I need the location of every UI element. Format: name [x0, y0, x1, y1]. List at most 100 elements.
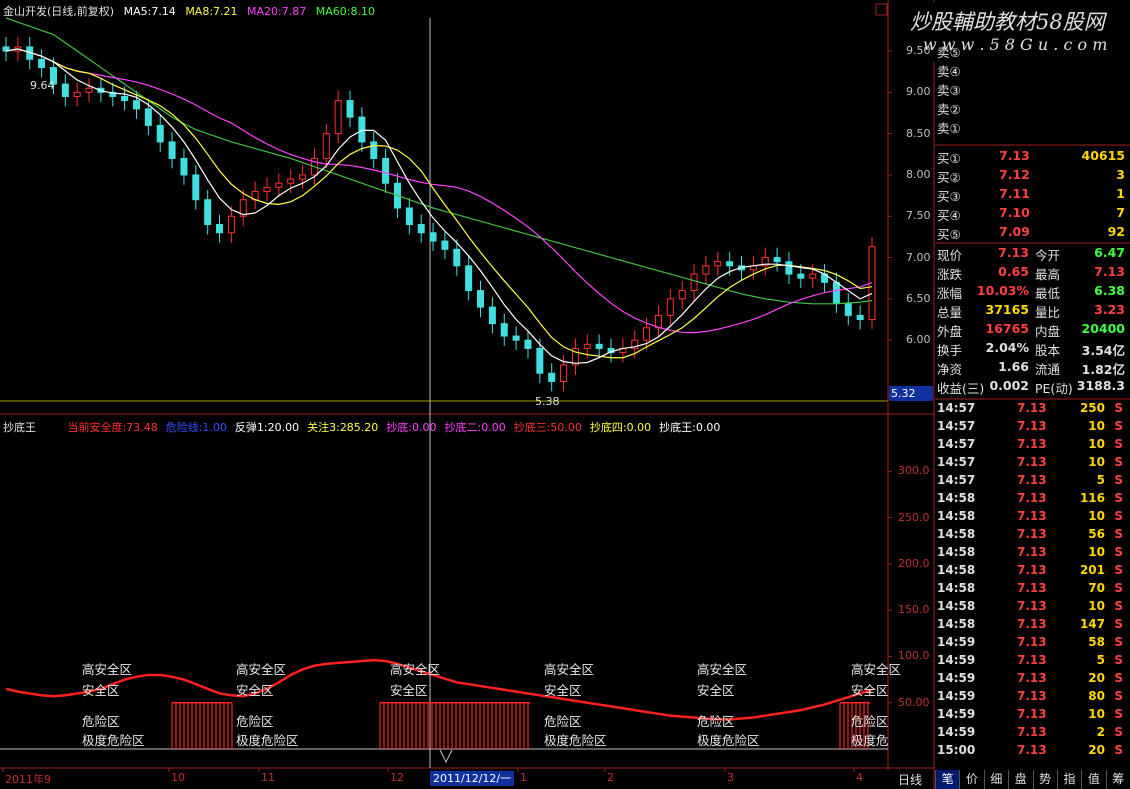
- candle-body: [287, 178, 295, 184]
- tick-time: 14:59: [937, 707, 976, 721]
- tick-time: 14:57: [937, 419, 976, 433]
- price-axis-label: 9.00: [906, 85, 931, 99]
- tick-volume: 10: [1088, 707, 1105, 721]
- zone-safe: 安全区: [390, 683, 428, 698]
- tick-price: 7.13: [1017, 437, 1047, 451]
- zone-high: 高安全区: [544, 662, 595, 677]
- candle-body: [334, 100, 342, 135]
- quote-row: 收益(三) 0.002 PE(动) 3188.3: [937, 378, 1127, 397]
- tick-side: S: [1114, 401, 1123, 415]
- tick-row: 14:58 7.13 10 S: [937, 509, 1127, 527]
- quote-value: 3.23: [1094, 302, 1125, 317]
- tick-volume: 20: [1088, 743, 1105, 757]
- tab-7[interactable]: 筹: [1105, 770, 1130, 789]
- candle-body: [227, 215, 235, 234]
- quote-value: 6.38: [1094, 283, 1125, 298]
- tick-side: S: [1114, 491, 1123, 505]
- ask-row: 卖②: [937, 99, 1127, 118]
- tick-price: 7.13: [1017, 473, 1047, 487]
- candle-body: [500, 323, 508, 337]
- zone-safe: 安全区: [236, 683, 274, 698]
- tick-price: 7.13: [1017, 743, 1047, 757]
- quote-label: 今开: [1035, 248, 1061, 263]
- indicator-axis-label: 150.0: [898, 603, 930, 617]
- tick-volume: 116: [1079, 491, 1105, 505]
- tab-3[interactable]: 盘: [1008, 770, 1032, 789]
- tick-time: 14:57: [937, 437, 976, 451]
- candle-body: [560, 364, 568, 382]
- tick-row: 14:58 7.13 116 S: [937, 491, 1127, 509]
- zone-extreme: 极度危: [851, 733, 889, 748]
- candle-body: [382, 157, 390, 184]
- tick-side: S: [1114, 509, 1123, 523]
- tick-volume: 10: [1088, 545, 1105, 559]
- high-price-mark: 9.64: [30, 79, 55, 92]
- candle-body: [583, 343, 591, 349]
- quote-row: 总量 37165 量比 3.23: [937, 302, 1127, 321]
- candle-body: [714, 261, 722, 267]
- tab-5[interactable]: 指: [1056, 770, 1081, 789]
- tick-volume: 10: [1088, 599, 1105, 613]
- tick-side: S: [1114, 437, 1123, 451]
- tick-price: 7.13: [1017, 563, 1047, 577]
- quote-label: 总量: [937, 305, 963, 320]
- quote-label: PE(动): [1035, 381, 1073, 396]
- tick-time: 14:59: [937, 635, 976, 649]
- candle-body: [666, 298, 674, 316]
- candle-body: [85, 87, 93, 93]
- candle-body: [453, 248, 461, 267]
- ask-row: 卖④: [937, 61, 1127, 80]
- quote-row: 涨幅 10.03% 最低 6.38: [937, 283, 1127, 302]
- tab-6[interactable]: 值: [1081, 770, 1105, 789]
- quote-row: 外盘 16765 内盘 20400: [937, 321, 1127, 340]
- candle-body: [832, 281, 840, 304]
- candle-body: [216, 224, 224, 234]
- indicator-axis-label: 100.0: [898, 649, 930, 663]
- tick-volume: 10: [1088, 455, 1105, 469]
- candle-body: [595, 343, 603, 349]
- candle-body: [548, 372, 556, 382]
- candle-body: [192, 174, 200, 201]
- indicator-value: 抄底四:0.00: [589, 421, 652, 434]
- zone-safe: 安全区: [544, 683, 582, 698]
- tab-0[interactable]: 笔: [935, 770, 960, 789]
- zone-extreme: 极度危险区: [236, 733, 299, 748]
- tick-side: S: [1114, 473, 1123, 487]
- indicator-name[interactable]: 抄底王: [3, 421, 36, 434]
- tab-2[interactable]: 细: [983, 770, 1008, 789]
- indicator-value: 抄底二:0.00: [444, 421, 506, 434]
- tick-row: 14:58 7.13 10 S: [937, 599, 1127, 617]
- candle-body: [441, 240, 449, 250]
- quote-value: 7.13: [998, 245, 1029, 260]
- candle-body: [405, 207, 413, 226]
- tick-row: 15:00 7.13 20 S: [937, 743, 1127, 761]
- tick-row: 14:59 7.13 5 S: [937, 653, 1127, 671]
- indicator-value: 反弹1:20.00: [234, 421, 300, 434]
- candle-body: [204, 199, 212, 226]
- tick-volume: 56: [1088, 527, 1105, 541]
- zone-high: 高安全区: [697, 662, 748, 677]
- tick-row: 14:59 7.13 10 S: [937, 707, 1127, 725]
- quote-row: 换手 2.04% 股本 3.54亿: [937, 340, 1127, 359]
- bid-price: 7.11: [999, 186, 1030, 201]
- x-axis-label: 12: [390, 771, 404, 784]
- period-label[interactable]: 日线: [898, 771, 922, 788]
- x-axis-label: 3: [727, 771, 734, 784]
- tick-price: 7.13: [1017, 635, 1047, 649]
- zone-danger: 危险区: [544, 714, 582, 729]
- tick-row: 14:58 7.13 201 S: [937, 563, 1127, 581]
- candle-body: [512, 335, 520, 341]
- price-axis-label: 9.50: [906, 44, 931, 58]
- zone-high: 高安全区: [851, 662, 902, 677]
- ask-label: 卖②: [937, 102, 961, 117]
- tick-price: 7.13: [1017, 725, 1047, 739]
- tab-4[interactable]: 势: [1032, 770, 1057, 789]
- tab-1[interactable]: 价: [959, 770, 983, 789]
- quote-value: 2.04%: [985, 340, 1029, 355]
- stock-title[interactable]: 金山开发(日线,前复权): [3, 5, 114, 18]
- tick-side: S: [1114, 419, 1123, 433]
- bid-price: 7.12: [999, 167, 1030, 182]
- tick-time: 14:59: [937, 671, 976, 685]
- panel-tabs: 笔价细盘势指值筹: [935, 770, 1130, 789]
- x-axis-label: 1: [520, 771, 527, 784]
